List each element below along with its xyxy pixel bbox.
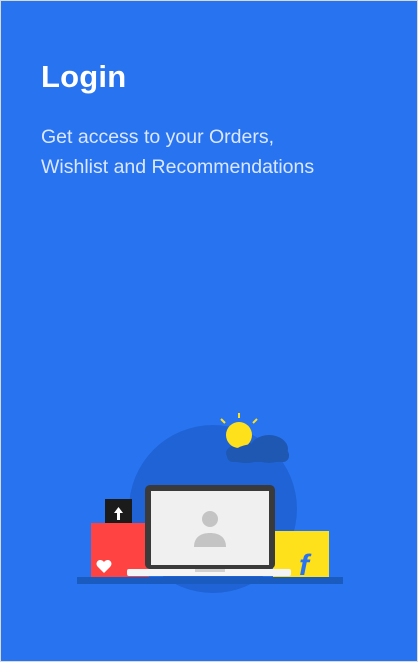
user-avatar-icon: [194, 511, 226, 547]
subtitle-line-2: Wishlist and Recommendations: [41, 156, 315, 178]
sun-icon: [220, 413, 258, 448]
red-shopping-bag: [91, 523, 149, 577]
subtitle-line-1: Get access to your Orders,: [41, 126, 275, 148]
cloud-icon: [226, 435, 289, 463]
cloud-front: [234, 444, 278, 462]
laptop: [127, 485, 291, 576]
yellow-shopping-bag: f: [273, 531, 329, 582]
upload-arrow-icon: [105, 499, 132, 525]
login-illustration: f: [77, 413, 343, 593]
ground-shelf: [77, 577, 343, 584]
background-circle: [129, 425, 297, 593]
brand-logo-icon: f: [299, 549, 312, 582]
heart-icon: [96, 560, 112, 573]
login-subtitle: Get access to your Orders, Wishlist and R…: [41, 122, 371, 182]
login-side-panel: Login Get access to your Orders, Wishlist…: [0, 0, 418, 662]
page-title: Login: [41, 59, 127, 94]
